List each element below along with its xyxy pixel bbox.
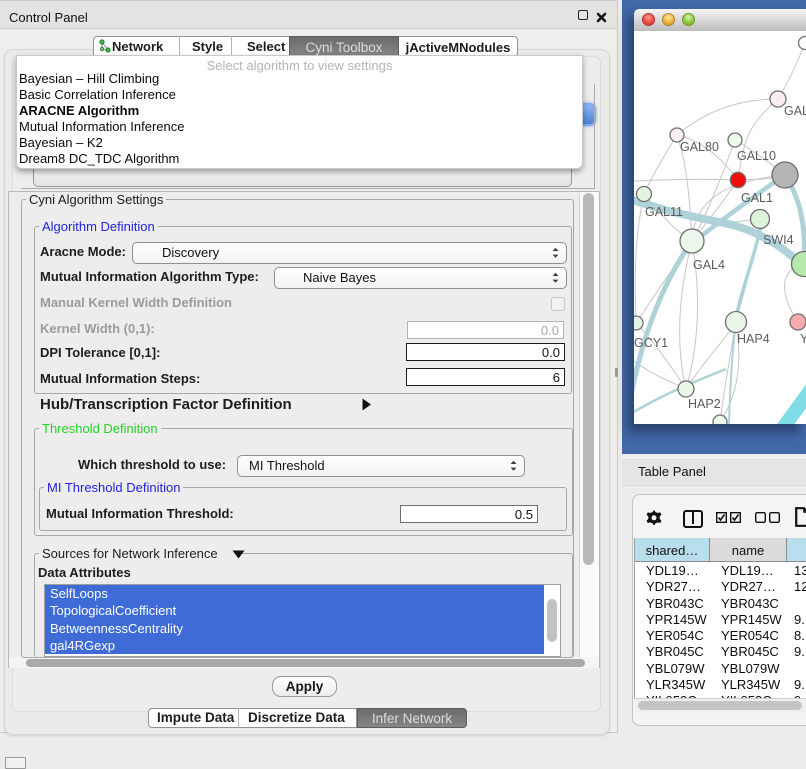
svg-text:GAL7: GAL7: [784, 104, 806, 118]
svg-text:GAL1: GAL1: [741, 191, 773, 205]
svg-text:YP: YP: [800, 332, 806, 346]
svg-text:HAP4: HAP4: [737, 332, 770, 346]
svg-text:GAL11: GAL11: [645, 205, 683, 219]
svg-text:HAP2: HAP2: [688, 397, 721, 411]
svg-text:GAL10: GAL10: [737, 149, 776, 163]
svg-text:GAL80: GAL80: [680, 140, 719, 154]
svg-text:GAL4: GAL4: [693, 258, 725, 272]
svg-text:GCY1: GCY1: [634, 336, 668, 350]
svg-text:SWI4: SWI4: [763, 233, 794, 247]
